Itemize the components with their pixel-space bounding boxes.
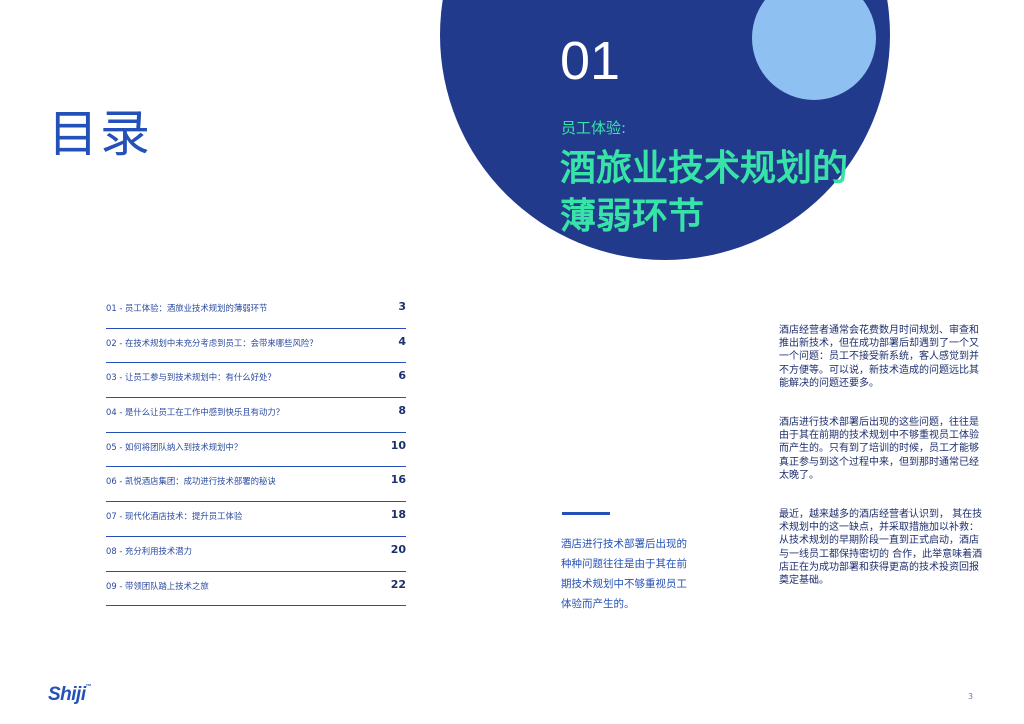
toc-item[interactable]: 09 - 带领团队踏上技术之旅 22	[106, 572, 406, 607]
toc-item-page: 10	[390, 438, 406, 452]
toc-item[interactable]: 05 - 如何将团队纳入到技术规划中？ 10	[106, 433, 406, 468]
shiji-logo: Shiji™	[48, 684, 92, 706]
toc-item-page: 8	[398, 404, 406, 418]
toc-item-page: 22	[390, 577, 406, 591]
body-paragraph: 酒店经营者通常会花费数月时间规划、审查和推出新技术，但在成功部署后却遇到了一个又…	[779, 325, 979, 389]
chapter-subtitle: 员工体验:	[561, 119, 627, 137]
toc-item-page: 16	[390, 473, 406, 487]
toc-item-page: 4	[398, 334, 406, 348]
toc-item-label: 07 - 现代化酒店技术：提升员工体验	[106, 511, 243, 522]
chapter-number: 01	[560, 31, 621, 91]
toc-item[interactable]: 06 - 凯悦酒店集团：成功进行技术部署的秘诀 16	[106, 467, 406, 503]
toc-item-label: 06 - 凯悦酒店集团：成功进行技术部署的秘诀	[106, 476, 276, 487]
toc-item[interactable]: 03 - 让员工参与到技术规划中：有什么好处？ 6	[106, 363, 406, 399]
toc-item-label: 05 - 如何将团队纳入到技术规划中？	[106, 441, 243, 452]
pull-quote: 酒店进行技术部署后出现的种种问题往往是由于其在前期技术规划中不够重视员工体验而产…	[561, 538, 687, 610]
toc-heading: 目录	[48, 105, 152, 163]
toc-item-label: 03 - 让员工参与到技术规划中：有什么好处？	[106, 372, 276, 383]
table-of-contents: 01 - 员工体验：酒旅业技术规划的薄弱环节 3 02 - 在技术规划中未充分考…	[106, 294, 406, 607]
toc-item[interactable]: 01 - 员工体验：酒旅业技术规划的薄弱环节 3	[106, 294, 406, 329]
toc-item[interactable]: 07 - 现代化酒店技术：提升员工体验 18	[106, 502, 406, 537]
toc-item[interactable]: 04 - 是什么让员工在工作中感到快乐且有动力？ 8	[106, 398, 406, 433]
chapter-title: 酒旅业技术规划的薄弱环节	[560, 148, 849, 237]
toc-item-page: 3	[398, 300, 406, 313]
toc-item-label: 04 - 是什么让员工在工作中感到快乐且有动力？	[106, 407, 285, 418]
trademark-icon: ™	[85, 684, 92, 690]
toc-item-label: 02 - 在技术规划中未充分考虑到员工：会带来哪些风险？	[106, 337, 318, 348]
logo-text: Shiji	[48, 684, 86, 705]
toc-item-page: 18	[390, 508, 406, 522]
body-text: 酒店经营者通常会花费数月时间规划、审查和推出新技术，但在成功部署后却遇到了一个又…	[779, 324, 984, 613]
toc-item-page: 6	[398, 369, 406, 383]
toc-item-page: 20	[390, 542, 406, 556]
body-paragraph: 酒店进行技术部署后出现的这些问题，往往是由于其在前期的技术规划中不够重视员工体验…	[779, 417, 979, 481]
toc-item-label: 01 - 员工体验：酒旅业技术规划的薄弱环节	[106, 303, 268, 313]
body-paragraph: 最近，越来越多的酒店经营者认识到， 其在技术规划中的这一缺点，并采取措施加以补救…	[779, 509, 983, 587]
page-number: 3	[968, 692, 974, 701]
toc-item[interactable]: 02 - 在技术规划中未充分考虑到员工：会带来哪些风险？ 4	[106, 329, 406, 364]
toc-item[interactable]: 08 - 充分利用技术潜力 20	[106, 537, 406, 572]
toc-item-label: 09 - 带领团队踏上技术之旅	[106, 580, 209, 591]
toc-item-label: 08 - 充分利用技术潜力	[106, 545, 193, 556]
quote-divider	[562, 512, 610, 515]
